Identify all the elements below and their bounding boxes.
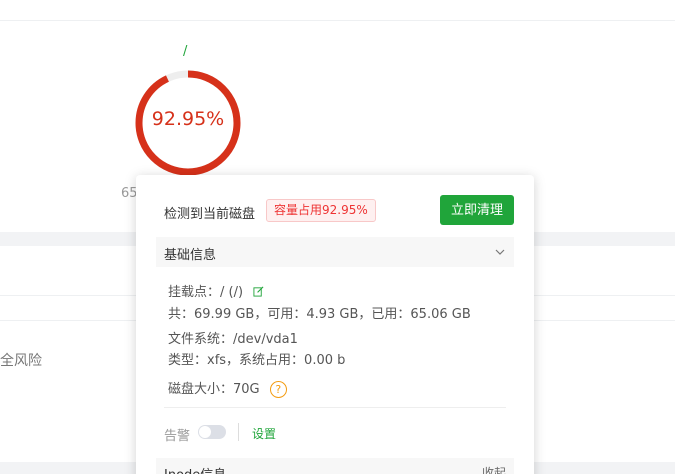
mount-point-text: 挂载点：/ (/) bbox=[168, 285, 244, 300]
alert-toggle[interactable] bbox=[198, 425, 226, 439]
inode-info-header[interactable]: Inode信息 收起 bbox=[156, 458, 514, 474]
toggle-knob bbox=[199, 426, 211, 438]
top-divider bbox=[0, 20, 675, 21]
popover-divider bbox=[164, 407, 506, 408]
vertical-separator bbox=[238, 423, 239, 441]
disk-warning-popover: 检测到当前磁盘 容量占用92.95% 立即清理 基础信息 挂载点：/ (/) 共… bbox=[136, 175, 534, 474]
risk-label: 全风险 bbox=[0, 353, 42, 369]
mount-path-link[interactable]: / bbox=[183, 44, 187, 59]
gauge-percent: 92.95% bbox=[151, 108, 225, 130]
capacity-row: 共：69.99 GB，可用：4.93 GB，已用：65.06 GB bbox=[168, 307, 471, 322]
basic-info-header[interactable]: 基础信息 bbox=[156, 237, 514, 267]
disk-size-row: 磁盘大小：70G ? bbox=[168, 378, 287, 398]
inode-info-title: Inode信息 bbox=[164, 464, 226, 474]
type-row: 类型：xfs，系统占用：0.00 b bbox=[168, 353, 346, 368]
alert-label: 告警 bbox=[164, 429, 191, 444]
disk-size-text: 磁盘大小：70G bbox=[168, 382, 260, 397]
basic-info-title: 基础信息 bbox=[164, 248, 217, 263]
clean-now-button[interactable]: 立即清理 bbox=[440, 195, 514, 225]
filesystem-row: 文件系统：/dev/vda1 bbox=[168, 332, 298, 347]
mount-point-row: 挂载点：/ (/) bbox=[168, 281, 264, 300]
edit-icon[interactable] bbox=[253, 286, 264, 297]
collapse-toggle[interactable]: 收起 bbox=[482, 464, 506, 474]
help-icon[interactable]: ? bbox=[269, 381, 287, 398]
alert-settings-link[interactable]: 设置 bbox=[252, 425, 276, 442]
usage-badge: 容量占用92.95% bbox=[266, 199, 376, 222]
popover-title: 检测到当前磁盘 bbox=[164, 207, 256, 222]
chevron-down-icon bbox=[495, 249, 505, 255]
